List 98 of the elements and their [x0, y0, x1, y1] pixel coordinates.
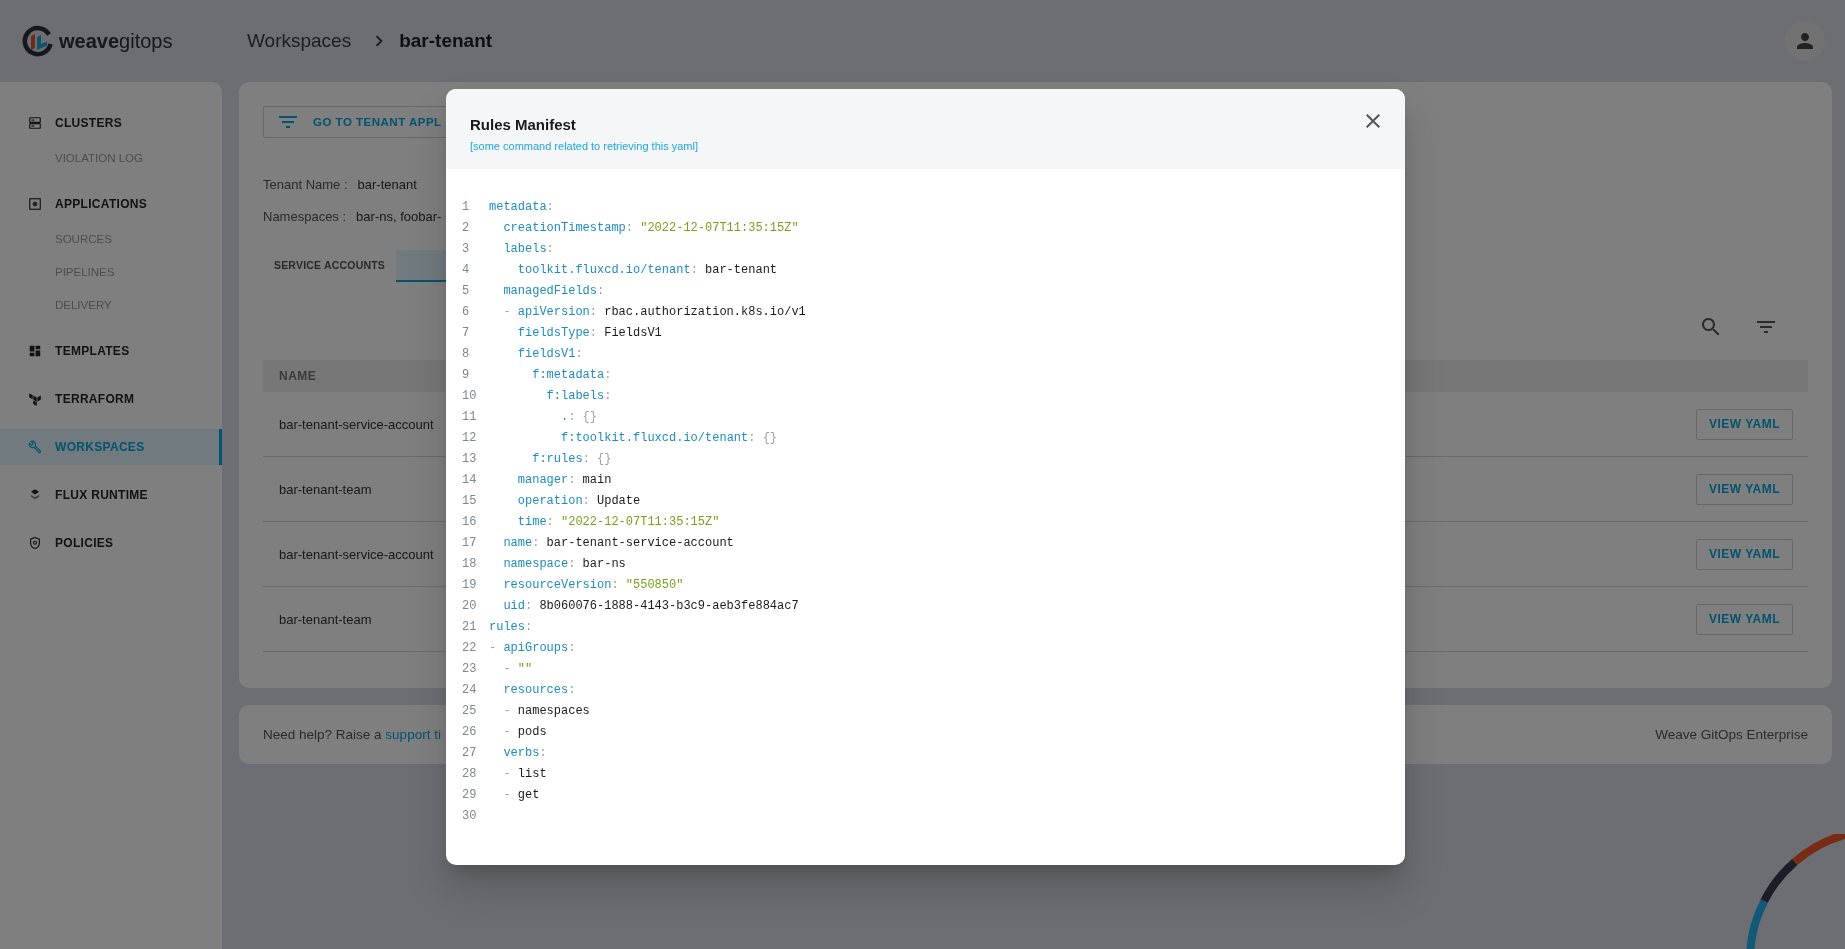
code-line: name: bar-tenant-service-account: [503, 535, 734, 552]
code-line: managedFields:: [503, 283, 605, 300]
line-number: 22: [462, 640, 478, 657]
line-number: 19: [462, 577, 478, 594]
code-line: f:labels:: [546, 388, 612, 405]
code-line: verbs:: [503, 745, 547, 762]
logo-icon: [22, 25, 54, 57]
server-icon: [28, 116, 42, 130]
line-number: 7: [462, 325, 471, 342]
line-number: 2: [462, 220, 471, 237]
line-number: 25: [462, 703, 478, 720]
code-line: creationTimestamp: "2022-12-07T11:35:15Z": [503, 220, 799, 237]
code-line: time: "2022-12-07T11:35:15Z": [517, 514, 720, 531]
code-line: f:rules: {}: [532, 451, 612, 468]
code-line: uid: 8b060076-1888-4143-b3c9-aeb3fe884ac7: [503, 598, 799, 615]
account-name: bar-tenant-service-account: [279, 546, 434, 562]
code-line: manager: main: [517, 472, 612, 489]
code-line: - namespaces: [503, 703, 590, 720]
line-number: 4: [462, 262, 471, 279]
code-line: resources:: [503, 682, 576, 699]
help-text: Need help? Raise a support ti: [263, 727, 441, 742]
code-line: .: {}: [561, 409, 597, 426]
tab[interactable]: [396, 250, 446, 282]
view-yaml-button[interactable]: VIEW YAML: [1696, 603, 1793, 635]
tab[interactable]: SERVICE ACCOUNTS: [263, 250, 396, 282]
account-name: bar-tenant-team: [279, 481, 372, 497]
view-yaml-button[interactable]: VIEW YAML: [1696, 408, 1793, 440]
line-number: 6: [462, 304, 471, 321]
code-line: resourceVersion: "550850": [503, 577, 684, 594]
breadcrumb-item[interactable]: Workspaces: [247, 30, 352, 52]
code-line: - pods: [503, 724, 547, 741]
nav-item[interactable]: FLUX RUNTIME: [0, 477, 222, 513]
line-number: 17: [462, 535, 478, 552]
line-number: 24: [462, 682, 478, 699]
nav-item[interactable]: POLICIES: [0, 525, 222, 561]
line-number: 23: [462, 661, 478, 678]
logo-wordmark: weavegitops: [59, 29, 173, 53]
line-number: 9: [462, 367, 471, 384]
code-line: fieldsType: FieldsV1: [517, 325, 662, 342]
line-number: 14: [462, 472, 478, 489]
code-line: toolkit.fluxcd.io/tenant: bar-tenant: [517, 262, 778, 279]
nav-item[interactable]: TERRAFORM: [0, 381, 222, 417]
dialog-title: Rules Manifest: [470, 115, 577, 135]
line-number: 29: [462, 787, 478, 804]
nav-item[interactable]: APPLICATIONS: [0, 186, 222, 222]
detail-value: bar-tenant: [357, 176, 417, 192]
line-number: 18: [462, 556, 478, 573]
detail-label: Tenant Name :: [263, 176, 348, 192]
code-line: - get: [503, 787, 540, 804]
line-number: 12: [462, 430, 478, 447]
line-number: 20: [462, 598, 478, 615]
line-number: 21: [462, 619, 478, 636]
line-number: 30: [462, 808, 478, 825]
avatar-icon[interactable]: [1785, 21, 1825, 61]
code-line: fieldsV1:: [517, 346, 583, 363]
line-number: 8: [462, 346, 471, 363]
view-yaml-button[interactable]: VIEW YAML: [1696, 538, 1793, 570]
code-line: - list: [503, 766, 547, 783]
nav-item[interactable]: WORKSPACES: [0, 429, 222, 465]
gear-square-icon: [28, 197, 42, 211]
detail-label: Namespaces :: [263, 208, 347, 224]
tenant-applications-button[interactable]: GO TO TENANT APPL: [263, 106, 449, 138]
code-line: - apiVersion: rbac.authorization.k8s.io/v1: [503, 304, 806, 321]
line-number: 11: [462, 409, 478, 426]
code-line: operation: Update: [517, 493, 641, 510]
account-name: bar-tenant-service-account: [279, 416, 434, 432]
account-name: bar-tenant-team: [279, 611, 372, 627]
code-line: - "": [503, 661, 533, 678]
dashboard-icon: [28, 344, 42, 358]
line-number: 27: [462, 745, 478, 762]
line-number: 3: [462, 241, 471, 258]
nav-item[interactable]: CLUSTERS: [0, 105, 222, 141]
nav-item[interactable]: TEMPLATES: [0, 333, 222, 369]
line-number: 5: [462, 283, 471, 300]
blocks-icon: [28, 392, 42, 406]
code-line: f:metadata:: [532, 367, 612, 384]
column-header: NAME: [279, 369, 317, 383]
line-number: 26: [462, 724, 478, 741]
code-line: labels:: [503, 241, 554, 258]
code-line: - apiGroups:: [489, 640, 576, 657]
code-line: metadata:: [489, 199, 554, 216]
product-name: Weave GitOps Enterprise: [1655, 727, 1808, 742]
line-number: 28: [462, 766, 478, 783]
line-number: 15: [462, 493, 478, 510]
line-number: 10: [462, 388, 478, 405]
view-yaml-button[interactable]: VIEW YAML: [1696, 473, 1793, 505]
detail-value: bar-ns, foobar-: [356, 208, 442, 224]
breadcrumb-item: bar-tenant: [399, 30, 493, 52]
code-line: rules:: [489, 619, 533, 636]
code-line: namespace: bar-ns: [503, 556, 626, 573]
shield-icon: [28, 536, 42, 550]
code-line: f:toolkit.fluxcd.io/tenant: {}: [561, 430, 778, 447]
line-number: 1: [462, 199, 471, 216]
wrench-icon: [28, 440, 42, 454]
line-number: 13: [462, 451, 478, 468]
support-link[interactable]: support ti: [385, 727, 441, 742]
command-text: [some command related to retrieving this yaml]: [470, 139, 699, 153]
line-number: 16: [462, 514, 478, 531]
